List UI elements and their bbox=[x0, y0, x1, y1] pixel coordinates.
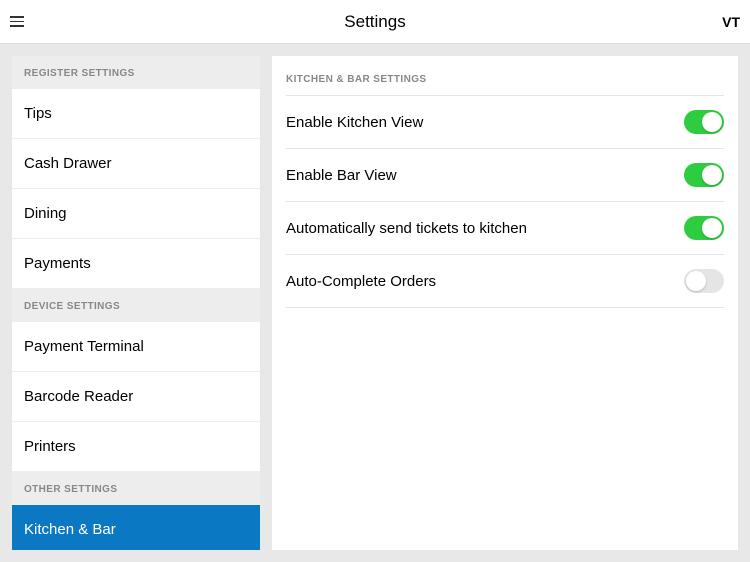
sidebar-item-dining[interactable]: Dining bbox=[12, 189, 260, 239]
setting-label: Enable Kitchen View bbox=[286, 114, 423, 131]
setting-row: Enable Kitchen View bbox=[286, 95, 724, 148]
sidebar-item-kitchen-bar[interactable]: Kitchen & Bar bbox=[12, 505, 260, 550]
setting-label: Enable Bar View bbox=[286, 167, 397, 184]
content: REGISTER SETTINGS Tips Cash Drawer Dining Pa… bbox=[0, 44, 750, 562]
sidebar-item-printers[interactable]: Printers bbox=[12, 422, 260, 472]
sidebar-item-label: Cash Drawer bbox=[24, 155, 112, 172]
sidebar-item-label: Payment Terminal bbox=[24, 338, 144, 355]
sidebar-item-label: Tips bbox=[24, 105, 52, 122]
sidebar-item-cash-drawer[interactable]: Cash Drawer bbox=[12, 139, 260, 189]
main-section-header: KITCHEN & BAR SETTINGS bbox=[286, 56, 724, 95]
toggle-auto-complete-orders[interactable] bbox=[684, 269, 724, 293]
toggle-enable-bar-view[interactable] bbox=[684, 163, 724, 187]
menu-icon[interactable] bbox=[10, 12, 30, 32]
sidebar-item-label: Printers bbox=[24, 438, 76, 455]
page-title: Settings bbox=[344, 12, 405, 32]
setting-row: Automatically send tickets to kitchen bbox=[286, 201, 724, 254]
sidebar-item-barcode-reader[interactable]: Barcode Reader bbox=[12, 372, 260, 422]
setting-row: Auto-Complete Orders bbox=[286, 254, 724, 308]
sidebar-section-header: OTHER SETTINGS bbox=[12, 472, 260, 505]
sidebar-item-label: Kitchen & Bar bbox=[24, 521, 116, 538]
sidebar-item-payments[interactable]: Payments bbox=[12, 239, 260, 289]
toggle-auto-send-tickets[interactable] bbox=[684, 216, 724, 240]
toggle-knob bbox=[702, 218, 722, 238]
toggle-knob bbox=[702, 165, 722, 185]
settings-list: Enable Kitchen View Enable Bar View Automa… bbox=[286, 95, 724, 308]
sidebar-section-header: REGISTER SETTINGS bbox=[12, 56, 260, 89]
toggle-knob bbox=[702, 112, 722, 132]
sidebar-item-label: Dining bbox=[24, 205, 67, 222]
setting-label: Auto-Complete Orders bbox=[286, 273, 436, 290]
header: Settings VT bbox=[0, 0, 750, 44]
sidebar-section-header: DEVICE SETTINGS bbox=[12, 289, 260, 322]
sidebar-item-label: Payments bbox=[24, 255, 91, 272]
toggle-enable-kitchen-view[interactable] bbox=[684, 110, 724, 134]
toggle-knob bbox=[686, 271, 706, 291]
sidebar-item-label: Barcode Reader bbox=[24, 388, 133, 405]
main-panel: KITCHEN & BAR SETTINGS Enable Kitchen Vi… bbox=[272, 56, 738, 550]
setting-row: Enable Bar View bbox=[286, 148, 724, 201]
user-badge[interactable]: VT bbox=[722, 14, 740, 30]
sidebar: REGISTER SETTINGS Tips Cash Drawer Dining Pa… bbox=[12, 56, 260, 550]
sidebar-item-tips[interactable]: Tips bbox=[12, 89, 260, 139]
sidebar-item-payment-terminal[interactable]: Payment Terminal bbox=[12, 322, 260, 372]
setting-label: Automatically send tickets to kitchen bbox=[286, 220, 527, 237]
